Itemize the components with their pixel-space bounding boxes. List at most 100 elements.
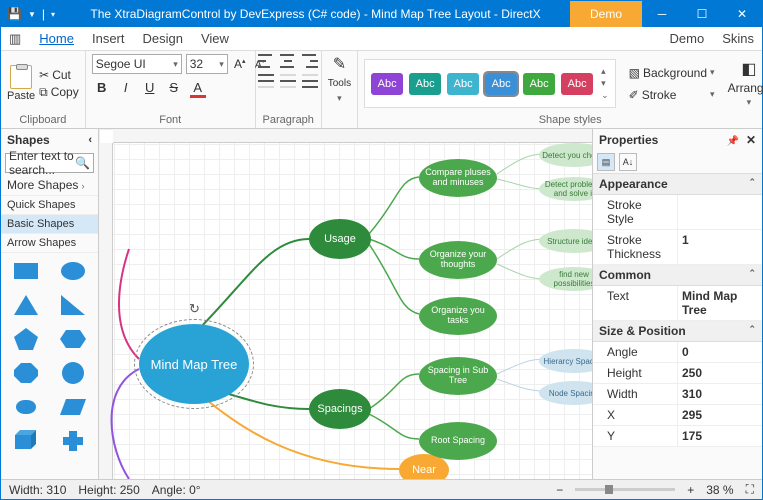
leaf-4[interactable]: find new possibilities bbox=[539, 267, 592, 291]
prop-height[interactable]: 250 bbox=[678, 363, 762, 383]
italic-button[interactable]: I bbox=[118, 80, 134, 98]
demo-button[interactable]: Demo bbox=[570, 1, 642, 27]
collapse-shapes-icon[interactable]: ‹ bbox=[88, 134, 92, 146]
style-swatch-4[interactable]: Abc bbox=[485, 73, 517, 95]
tab-home[interactable]: Home bbox=[39, 31, 74, 46]
align-left-icon[interactable] bbox=[258, 54, 274, 68]
valign-mid-icon[interactable] bbox=[280, 74, 296, 88]
prop-width[interactable]: 310 bbox=[678, 384, 762, 404]
node-spacings[interactable]: Spacings bbox=[309, 389, 371, 429]
shape-triangle[interactable] bbox=[5, 291, 47, 319]
section-sizepos[interactable]: Size & Position⌃ bbox=[593, 321, 762, 342]
shape-octagon[interactable] bbox=[5, 359, 47, 387]
shape-decagon[interactable] bbox=[53, 359, 95, 387]
prop-y[interactable]: 175 bbox=[678, 426, 762, 446]
shape-pentagon[interactable] bbox=[5, 325, 47, 353]
zoom-in-icon[interactable]: + bbox=[687, 483, 694, 497]
align-right-icon[interactable] bbox=[302, 54, 318, 68]
zoom-fit-icon[interactable]: ⛶ bbox=[746, 482, 754, 497]
tab-skins[interactable]: Skins bbox=[722, 31, 754, 46]
zoom-slider[interactable] bbox=[575, 488, 675, 491]
style-swatch-2[interactable]: Abc bbox=[409, 73, 441, 95]
shape-hexagon[interactable] bbox=[53, 325, 95, 353]
shape-cube[interactable] bbox=[5, 427, 47, 455]
minimize-icon[interactable]: ─ bbox=[642, 1, 682, 27]
cat-more[interactable]: More Shapes › bbox=[1, 175, 98, 196]
prop-angle[interactable]: 0 bbox=[678, 342, 762, 362]
align-center-icon[interactable] bbox=[280, 54, 296, 68]
diagram-canvas[interactable]: ↻ Mind Map Tree Usage Spacings Near Comp… bbox=[99, 129, 592, 479]
leaf-2[interactable]: Detect problems and solve it bbox=[539, 177, 592, 201]
close-icon[interactable]: ✕ bbox=[722, 1, 762, 27]
tab-demo[interactable]: Demo bbox=[670, 31, 705, 46]
grow-font-icon[interactable]: A▴ bbox=[232, 57, 248, 71]
leaf-1[interactable]: Detect you choice bbox=[539, 143, 592, 167]
style-swatch-3[interactable]: Abc bbox=[447, 73, 479, 95]
node-s1[interactable]: Spacing in Sub Tree bbox=[419, 357, 497, 395]
cat-basic[interactable]: Basic Shapes bbox=[1, 215, 98, 234]
node-s2[interactable]: Root Spacing bbox=[419, 422, 497, 460]
tab-design[interactable]: Design bbox=[143, 31, 183, 46]
stroke-button[interactable]: ✐Stroke▾ bbox=[626, 86, 718, 104]
shape-rect[interactable] bbox=[5, 257, 47, 285]
node-root[interactable]: Mind Map Tree bbox=[139, 324, 249, 404]
zoom-out-icon[interactable]: − bbox=[556, 483, 563, 497]
tools-dropdown-icon[interactable]: ▾ bbox=[337, 93, 342, 104]
strike-button[interactable]: S bbox=[166, 80, 182, 98]
prop-stroke-style[interactable] bbox=[678, 195, 762, 229]
cut-button[interactable]: ✂Cut bbox=[39, 68, 79, 82]
rotate-handle-icon[interactable]: ↻ bbox=[189, 301, 200, 317]
style-swatch-6[interactable]: Abc bbox=[561, 73, 593, 95]
close-panel-icon[interactable]: ✕ bbox=[746, 133, 756, 147]
font-size-select[interactable]: 32▾ bbox=[186, 54, 228, 74]
node-u1[interactable]: Compare pluses and minuses bbox=[419, 159, 497, 197]
prop-x[interactable]: 295 bbox=[678, 405, 762, 425]
prop-text[interactable]: Mind Map Tree bbox=[678, 286, 762, 320]
node-u3[interactable]: Organize you tasks bbox=[419, 297, 497, 335]
style-swatch-5[interactable]: Abc bbox=[523, 73, 555, 95]
valign-bot-icon[interactable] bbox=[302, 74, 318, 88]
shapes-search-input[interactable]: Enter text to search...🔍 bbox=[5, 153, 94, 173]
tools-icon[interactable]: ✎ bbox=[333, 54, 346, 74]
copy-button[interactable]: ⧉Copy bbox=[39, 85, 79, 100]
shapes-title: Shapes bbox=[7, 133, 50, 147]
font-family-select[interactable]: Segoe UI▾ bbox=[92, 54, 182, 74]
cat-arrow[interactable]: Arrow Shapes bbox=[1, 234, 98, 253]
maximize-icon[interactable]: ☐ bbox=[682, 1, 722, 27]
tab-insert[interactable]: Insert bbox=[92, 31, 125, 46]
leaf-3[interactable]: Structure ideas bbox=[539, 229, 592, 253]
background-button[interactable]: ▧Background▾ bbox=[626, 64, 718, 82]
leaf-s2[interactable]: Node Spacing bbox=[539, 381, 592, 405]
prop-view-categorized-icon[interactable]: ▤ bbox=[597, 153, 615, 171]
shape-styles-gallery[interactable]: Abc Abc Abc Abc Abc Abc ▴ ▾ ⌄ bbox=[364, 59, 616, 108]
paste-button[interactable]: Paste bbox=[7, 65, 35, 102]
shape-rtriangle[interactable] bbox=[53, 291, 95, 319]
font-color-button[interactable]: A bbox=[190, 80, 206, 98]
save-dropdown-icon[interactable]: ▼ bbox=[28, 10, 36, 19]
gallery-down-icon[interactable]: ▾ bbox=[601, 78, 609, 89]
valign-top-icon[interactable] bbox=[258, 74, 274, 88]
prop-view-alpha-icon[interactable]: A↓ bbox=[619, 153, 637, 171]
bold-button[interactable]: B bbox=[94, 80, 110, 98]
prop-stroke-thick[interactable]: 1 bbox=[678, 230, 762, 264]
gallery-up-icon[interactable]: ▴ bbox=[601, 66, 609, 77]
pin-icon[interactable]: 📌 bbox=[727, 136, 739, 147]
shape-ellipse[interactable] bbox=[53, 257, 95, 285]
gallery-more-icon[interactable]: ⌄ bbox=[601, 90, 609, 101]
section-appearance[interactable]: Appearance⌃ bbox=[593, 174, 762, 195]
arrange-button[interactable]: ◧ Arrange ▾ bbox=[722, 59, 763, 108]
ribbon-file-icon[interactable]: ▥ bbox=[9, 31, 21, 47]
node-usage[interactable]: Usage bbox=[309, 219, 371, 259]
section-common[interactable]: Common⌃ bbox=[593, 265, 762, 286]
shape-plus[interactable] bbox=[53, 427, 95, 455]
quickaccess-dropdown-icon[interactable]: ▾ bbox=[51, 10, 55, 19]
save-icon[interactable]: 💾 bbox=[7, 7, 22, 21]
shape-can[interactable] bbox=[5, 393, 47, 421]
node-u2[interactable]: Organize your thoughts bbox=[419, 241, 497, 279]
tab-view[interactable]: View bbox=[201, 31, 229, 46]
cat-quick[interactable]: Quick Shapes bbox=[1, 196, 98, 215]
underline-button[interactable]: U bbox=[142, 80, 158, 98]
style-swatch-1[interactable]: Abc bbox=[371, 73, 403, 95]
leaf-s1[interactable]: Hierarcy Spacing bbox=[539, 349, 592, 373]
shape-parallelogram[interactable] bbox=[53, 393, 95, 421]
